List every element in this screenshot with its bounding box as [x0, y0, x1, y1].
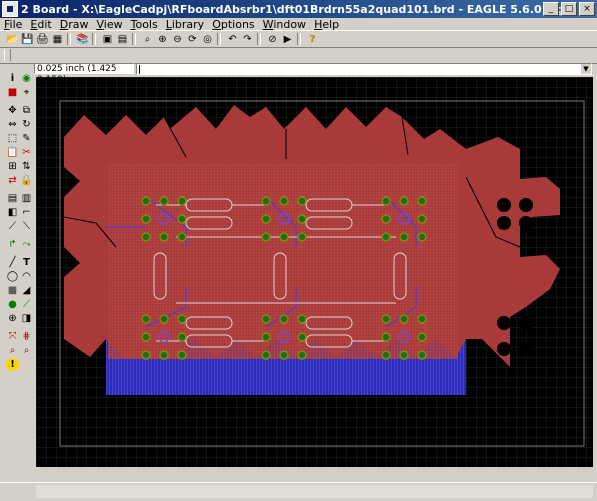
mark-icon[interactable]: ⌖ — [20, 86, 33, 99]
print-icon[interactable]: 🖨 — [36, 33, 49, 46]
add-icon[interactable]: ⊞ — [6, 160, 19, 173]
cam-icon[interactable]: ▦ — [51, 33, 64, 46]
run-icon[interactable]: ▤ — [116, 33, 129, 46]
change-icon[interactable]: ✎ — [20, 132, 33, 145]
replace-icon[interactable]: ⇄ — [6, 174, 19, 187]
erc-icon[interactable]: ⌕ — [6, 344, 19, 357]
maximize-button[interactable]: □ — [561, 2, 577, 16]
attribute-icon[interactable]: ◨ — [20, 312, 33, 325]
zoom-fit-icon[interactable]: ⌕ — [141, 33, 154, 46]
open-icon[interactable]: 📂 — [6, 33, 19, 46]
show-icon[interactable]: ◉ — [20, 72, 33, 85]
smash-icon[interactable]: ◧ — [6, 206, 19, 219]
value-icon[interactable]: ▥ — [20, 192, 33, 205]
chevron-down-icon[interactable]: ▼ — [581, 64, 591, 74]
display-icon[interactable]: ■ — [6, 86, 19, 99]
ratsnest-icon[interactable]: ⤧ — [6, 330, 19, 343]
delete-icon[interactable]: ✂ — [20, 146, 33, 159]
copy-icon[interactable]: ⧉ — [20, 104, 33, 117]
text-caret — [139, 65, 140, 74]
pcb-layout — [36, 77, 593, 467]
arc-icon[interactable]: ◠ — [20, 270, 33, 283]
text-icon[interactable]: T — [20, 256, 33, 269]
board-canvas[interactable] — [36, 77, 593, 467]
mirror-icon[interactable]: ⇔ — [6, 118, 19, 131]
coordinate-display: 0.025 inch (1.425 2.150) — [34, 63, 134, 85]
info-icon[interactable]: i — [6, 72, 19, 85]
go-icon[interactable]: ▶ — [281, 33, 294, 46]
redraw-icon[interactable]: ⟳ — [186, 33, 199, 46]
toolbar-separator — [217, 33, 221, 45]
zoom-select-icon[interactable]: ◎ — [201, 33, 214, 46]
undo-icon[interactable]: ↶ — [226, 33, 239, 46]
status-bar — [0, 482, 597, 501]
rotate-icon[interactable]: ↻ — [20, 118, 33, 131]
circle-icon[interactable]: ◯ — [6, 270, 19, 283]
toolbar-separator — [257, 33, 261, 45]
paste-icon[interactable]: 📋 — [6, 146, 19, 159]
library-icon[interactable]: 📚 — [76, 33, 89, 46]
polygon-icon[interactable]: ◢ — [20, 284, 33, 297]
ripup-icon[interactable]: ⤳ — [20, 238, 33, 251]
minimize-button[interactable]: _ — [543, 2, 559, 16]
pinswap-icon[interactable]: ⇅ — [20, 160, 33, 173]
route-icon[interactable]: ↱ — [6, 238, 19, 251]
stop-icon[interactable]: ⊘ — [266, 33, 279, 46]
window-controls: _ □ × — [543, 2, 595, 16]
help-icon[interactable]: ? — [306, 33, 319, 46]
status-panel — [36, 485, 593, 498]
parameter-toolbar — [0, 47, 597, 64]
zoom-in-icon[interactable]: ⊕ — [156, 33, 169, 46]
lock-icon[interactable]: 🔒 — [20, 174, 33, 187]
split-icon[interactable]: ⟋ — [6, 220, 19, 233]
zoom-out-icon[interactable]: ⊖ — [171, 33, 184, 46]
rect-icon[interactable]: ■ — [6, 284, 19, 297]
errors-icon[interactable]: ! — [6, 358, 19, 371]
toolbar-separator — [297, 33, 301, 45]
main-toolbar: 📂 💾 🖨 ▦ 📚 ▣ ▤ ⌕ ⊕ ⊖ ⟳ ◎ ↶ ↷ ⊘ ▶ ? — [0, 30, 597, 48]
toolbar-separator — [92, 33, 96, 45]
via-icon[interactable]: ● — [6, 298, 19, 311]
coordinate-bar: 0.025 inch (1.425 2.150) ▼ — [34, 63, 594, 85]
auto-icon[interactable]: ⋕ — [20, 330, 33, 343]
command-line-input[interactable]: ▼ — [136, 63, 592, 75]
optimize-icon[interactable]: ⟍ — [20, 220, 33, 233]
window-title: 2 Board - X:\EagleCadpj\RFboardAbsrbr1\d… — [21, 2, 578, 16]
name-icon[interactable]: ▤ — [6, 192, 19, 205]
close-button[interactable]: × — [579, 2, 595, 16]
title-bar: 2 Board - X:\EagleCadpj\RFboardAbsrbr1\d… — [0, 0, 597, 18]
redo-icon[interactable]: ↷ — [241, 33, 254, 46]
script-icon[interactable]: ▣ — [101, 33, 114, 46]
signal-icon[interactable]: ⟋ — [20, 298, 33, 311]
wire-icon[interactable]: ╱ — [6, 256, 19, 269]
drc-icon[interactable]: ⌕ — [20, 344, 33, 357]
group-icon[interactable]: ⬚ — [6, 132, 19, 145]
toolbar-separator — [132, 33, 136, 45]
save-icon[interactable]: 💾 — [21, 33, 34, 46]
move-icon[interactable]: ✥ — [6, 104, 19, 117]
hole-icon[interactable]: ⊕ — [6, 312, 19, 325]
app-icon[interactable] — [2, 1, 18, 17]
toolbar-grip[interactable] — [4, 49, 11, 61]
tool-palette: i ◉ ■ ⌖ ✥ ⧉ ⇔ ↻ ⬚ ✎ 📋 ✂ ⊞ ⇅ ⇄ 🔒 ▤ ▥ ◧ ⌐ … — [0, 62, 34, 482]
miter-icon[interactable]: ⌐ — [20, 206, 33, 219]
toolbar-separator — [67, 33, 71, 45]
